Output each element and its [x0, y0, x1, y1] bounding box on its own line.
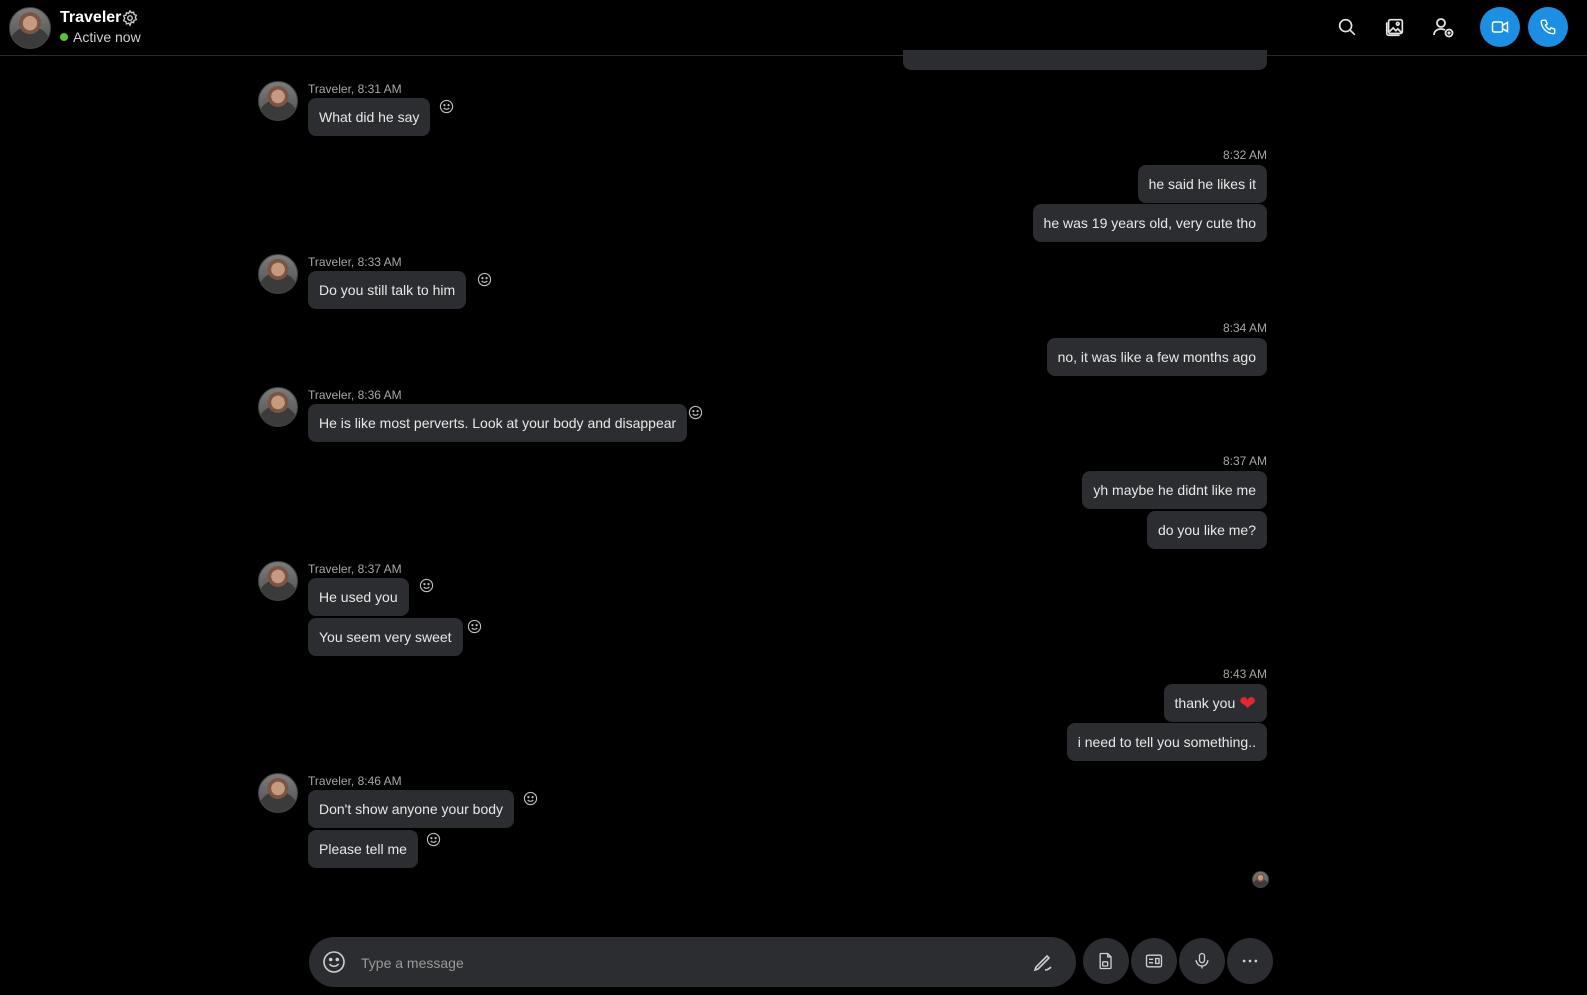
sender-avatar[interactable] [258, 561, 298, 601]
microphone-icon[interactable] [1179, 938, 1225, 984]
incoming-message[interactable]: Do you still talk to him [308, 271, 467, 309]
smiley-reaction-icon[interactable] [419, 578, 434, 593]
incoming-message[interactable]: Please tell me [308, 830, 418, 868]
outgoing-timestamp: 8:37 AM [1222, 454, 1267, 468]
contact-avatar[interactable] [9, 7, 51, 49]
sender-avatar[interactable] [258, 81, 298, 121]
outgoing-message[interactable]: do you like me? [1146, 511, 1267, 549]
add-person-icon[interactable] [1426, 10, 1460, 44]
outgoing-message-text: thank you [1174, 695, 1236, 711]
smiley-reaction-icon[interactable] [467, 619, 482, 634]
message-input[interactable] [359, 947, 1003, 979]
search-icon[interactable] [1330, 10, 1364, 44]
settings-gear-icon[interactable] [121, 9, 139, 27]
incoming-message[interactable]: Don't show anyone your body [308, 790, 515, 828]
read-receipt-avatar [1252, 871, 1269, 888]
smiley-reaction-icon[interactable] [523, 791, 538, 806]
emoji-icon[interactable] [322, 950, 346, 974]
outgoing-timestamp: 8:32 AM [1222, 148, 1267, 162]
sender-timestamp: Traveler, 8:36 AM [308, 388, 402, 402]
file-share-icon[interactable] [1083, 938, 1129, 984]
gallery-icon[interactable] [1378, 10, 1412, 44]
pen-icon[interactable] [1031, 950, 1055, 974]
outgoing-message[interactable]: yh maybe he didnt like me [1082, 471, 1267, 509]
online-dot-icon [60, 33, 68, 41]
chat-header: Traveler Active now [0, 0, 1587, 56]
contact-card-icon[interactable] [1131, 938, 1177, 984]
outgoing-timestamp: 8:34 AM [1222, 321, 1267, 335]
outgoing-timestamp: 8:43 AM [1222, 667, 1267, 681]
outgoing-message[interactable]: i need to tell you something.. [1066, 723, 1267, 761]
outgoing-message[interactable]: no, it was like a few months ago [1046, 338, 1267, 376]
sender-avatar[interactable] [258, 773, 298, 813]
sender-timestamp: Traveler, 8:31 AM [308, 82, 402, 96]
contact-name[interactable]: Traveler [60, 9, 121, 27]
sender-timestamp: Traveler, 8:46 AM [308, 774, 402, 788]
presence-text: Active now [73, 29, 141, 45]
smiley-reaction-icon[interactable] [426, 832, 441, 847]
sender-avatar[interactable] [258, 254, 298, 294]
incoming-message[interactable]: He used you [308, 578, 409, 616]
more-options-icon[interactable] [1227, 938, 1273, 984]
message-composer [309, 937, 1076, 987]
phone-call-icon[interactable] [1528, 7, 1568, 47]
smiley-reaction-icon[interactable] [439, 99, 454, 114]
presence-status: Active now [60, 29, 141, 45]
smiley-reaction-icon[interactable] [477, 272, 492, 287]
sender-avatar[interactable] [258, 387, 298, 427]
heart-emoji-icon: ❤ [1239, 693, 1256, 715]
sender-timestamp: Traveler, 8:37 AM [308, 562, 402, 576]
partial-message-bubble [903, 50, 1267, 70]
sender-timestamp: Traveler, 8:33 AM [308, 255, 402, 269]
outgoing-message[interactable]: he was 19 years old, very cute tho [1032, 204, 1267, 242]
incoming-message[interactable]: What did he say [308, 98, 431, 136]
smiley-reaction-icon[interactable] [688, 405, 703, 420]
message-list[interactable]: Traveler, 8:31 AM What did he say 8:32 A… [0, 50, 1587, 921]
video-call-icon[interactable] [1480, 7, 1520, 47]
outgoing-message[interactable]: thank you ❤ [1163, 684, 1267, 722]
incoming-message[interactable]: He is like most perverts. Look at your b… [308, 404, 688, 442]
incoming-message[interactable]: You seem very sweet [308, 618, 463, 656]
outgoing-message[interactable]: he said he likes it [1137, 165, 1267, 203]
